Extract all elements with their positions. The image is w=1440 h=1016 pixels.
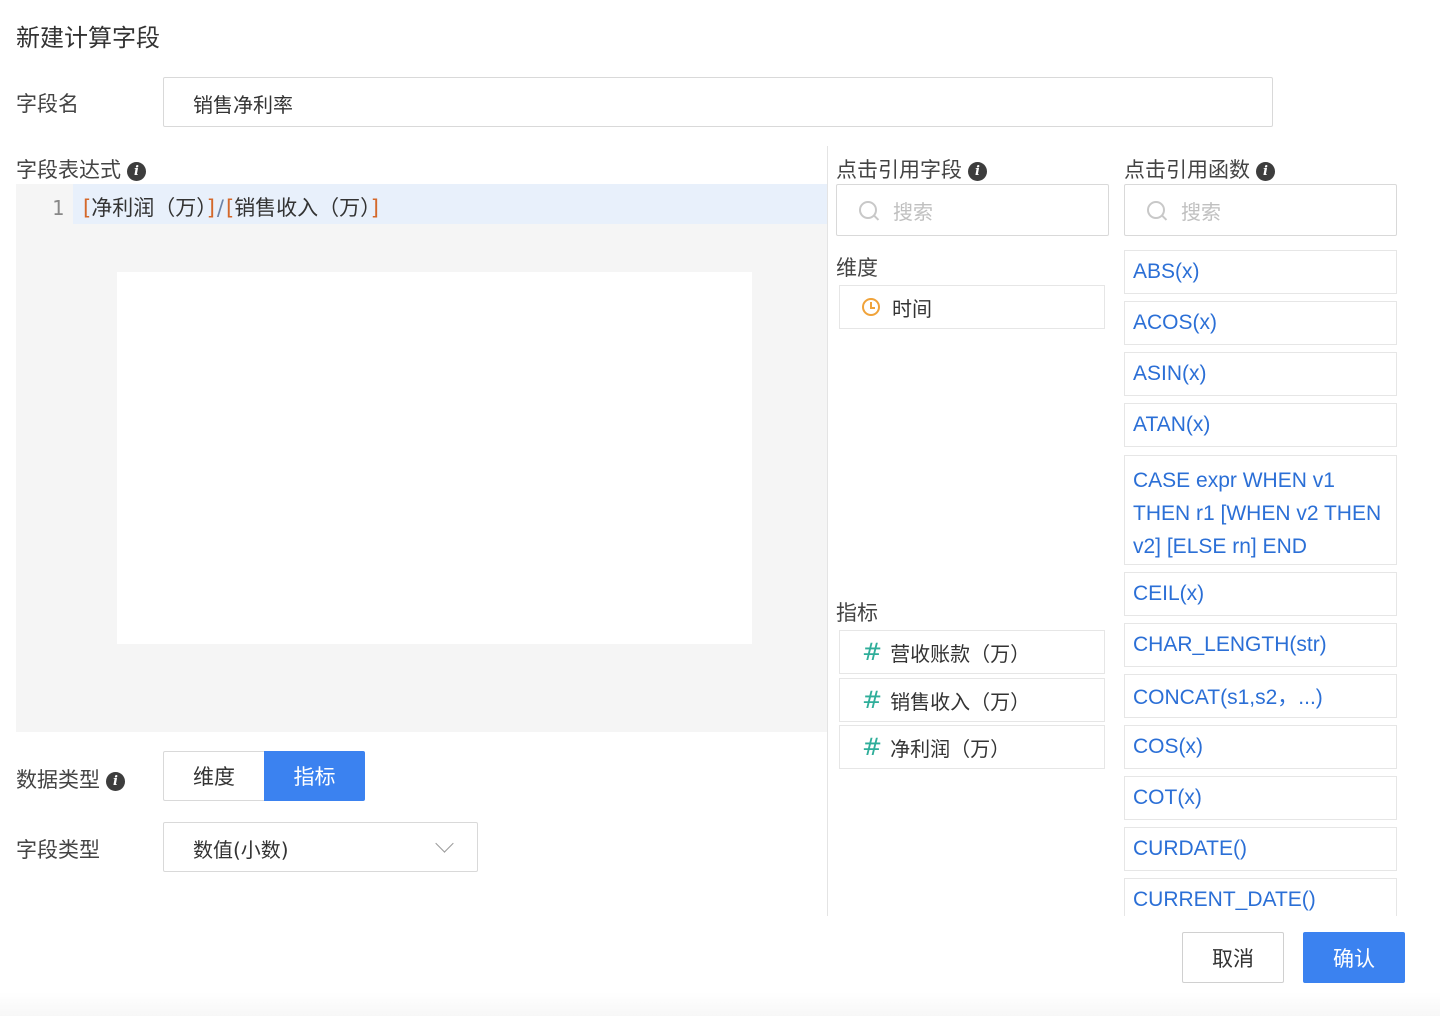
info-icon[interactable]: i <box>1256 162 1275 181</box>
editor-code-area[interactable]: [净利润（万）]/[销售收入（万）] <box>73 184 827 732</box>
data-type-toggle: 维度 指标 <box>163 751 365 801</box>
search-icon <box>1147 201 1165 219</box>
function-item[interactable]: COS(x) <box>1124 725 1397 769</box>
field-item-label: 净利润（万） <box>890 736 1011 761</box>
confirm-button[interactable]: 确认 <box>1303 932 1405 983</box>
function-search-input[interactable]: 搜索 <box>1124 184 1397 236</box>
field-item-label: 时间 <box>892 296 932 321</box>
info-icon[interactable]: i <box>127 162 146 181</box>
functions-panel-label-row: 点击引用函数 i <box>1124 154 1275 184</box>
function-item[interactable]: CASE expr WHEN v1 THEN r1 [WHEN v2 THEN … <box>1124 455 1397 565</box>
expression-label-row: 字段表达式 i <box>16 154 146 184</box>
function-item[interactable]: ABS(x) <box>1124 250 1397 294</box>
function-item[interactable]: CONCAT(s1,s2，...) <box>1124 674 1397 718</box>
field-item-net-profit[interactable]: # 净利润（万） <box>839 725 1105 769</box>
data-type-label-row: 数据类型 i <box>16 764 125 794</box>
functions-panel-label: 点击引用函数 <box>1124 158 1250 182</box>
field-item-receivables[interactable]: # 营收账款（万） <box>839 630 1105 674</box>
info-icon[interactable]: i <box>106 772 125 791</box>
token-bracket: [ <box>83 196 92 220</box>
field-name-value: 销售净利率 <box>193 93 293 117</box>
field-type-value: 数值(小数) <box>193 838 289 862</box>
field-type-label: 字段类型 <box>16 838 100 862</box>
function-item[interactable]: CEIL(x) <box>1124 572 1397 616</box>
search-icon <box>859 201 877 219</box>
editor-blank-region <box>117 272 752 644</box>
hash-icon: # <box>862 638 883 666</box>
field-search-input[interactable]: 搜索 <box>836 184 1109 236</box>
function-item[interactable]: COT(x) <box>1124 776 1397 820</box>
function-item[interactable]: CHAR_LENGTH(str) <box>1124 623 1397 667</box>
function-item[interactable]: ACOS(x) <box>1124 301 1397 345</box>
field-item-sales-revenue[interactable]: # 销售收入（万） <box>839 678 1105 722</box>
field-item-label: 销售收入（万） <box>890 689 1031 714</box>
function-item[interactable]: ASIN(x) <box>1124 352 1397 396</box>
hash-icon: # <box>862 733 883 761</box>
function-search-placeholder: 搜索 <box>1181 200 1221 224</box>
editor-gutter: 1 <box>16 184 73 732</box>
token-bracket: ] <box>370 196 379 220</box>
token-operator: / <box>216 196 224 220</box>
token-field: 销售收入（万） <box>234 196 371 220</box>
dimension-heading: 维度 <box>836 256 878 280</box>
field-name-label: 字段名 <box>16 92 79 116</box>
field-item-time[interactable]: 时间 <box>839 285 1105 329</box>
info-icon[interactable]: i <box>968 162 987 181</box>
field-name-input[interactable]: 销售净利率 <box>163 77 1273 127</box>
chevron-down-icon <box>435 834 454 853</box>
field-search-placeholder: 搜索 <box>893 200 933 224</box>
function-item[interactable]: CURRENT_DATE() <box>1124 878 1397 916</box>
metric-heading: 指标 <box>836 601 878 625</box>
function-item[interactable]: CURDATE() <box>1124 827 1397 871</box>
clock-icon <box>862 298 880 316</box>
expression-label: 字段表达式 <box>16 158 121 182</box>
fields-panel-label-row: 点击引用字段 i <box>836 154 987 184</box>
data-type-dimension-button[interactable]: 维度 <box>163 751 264 801</box>
expression-editor[interactable]: 1 [净利润（万）]/[销售收入（万）] <box>16 184 827 732</box>
line-number: 1 <box>51 196 64 220</box>
footer-shade <box>0 992 1440 1016</box>
data-type-metric-button[interactable]: 指标 <box>264 751 365 801</box>
function-list-clip: CURRENT_DATE() <box>1124 878 1397 916</box>
field-type-select[interactable]: 数值(小数) <box>163 822 478 872</box>
hash-icon: # <box>862 686 883 714</box>
dialog-title: 新建计算字段 <box>16 24 160 52</box>
data-type-label: 数据类型 <box>16 768 100 792</box>
token-bracket: ] <box>206 196 215 220</box>
token-bracket: [ <box>225 196 235 220</box>
expression-code[interactable]: [净利润（万）]/[销售收入（万）] <box>83 192 379 222</box>
panel-divider <box>827 146 828 916</box>
cancel-button[interactable]: 取消 <box>1182 932 1284 983</box>
field-item-label: 营收账款（万） <box>890 641 1031 666</box>
function-item[interactable]: ATAN(x) <box>1124 403 1397 447</box>
token-field: 净利润（万） <box>91 196 207 220</box>
fields-panel-label: 点击引用字段 <box>836 158 962 182</box>
